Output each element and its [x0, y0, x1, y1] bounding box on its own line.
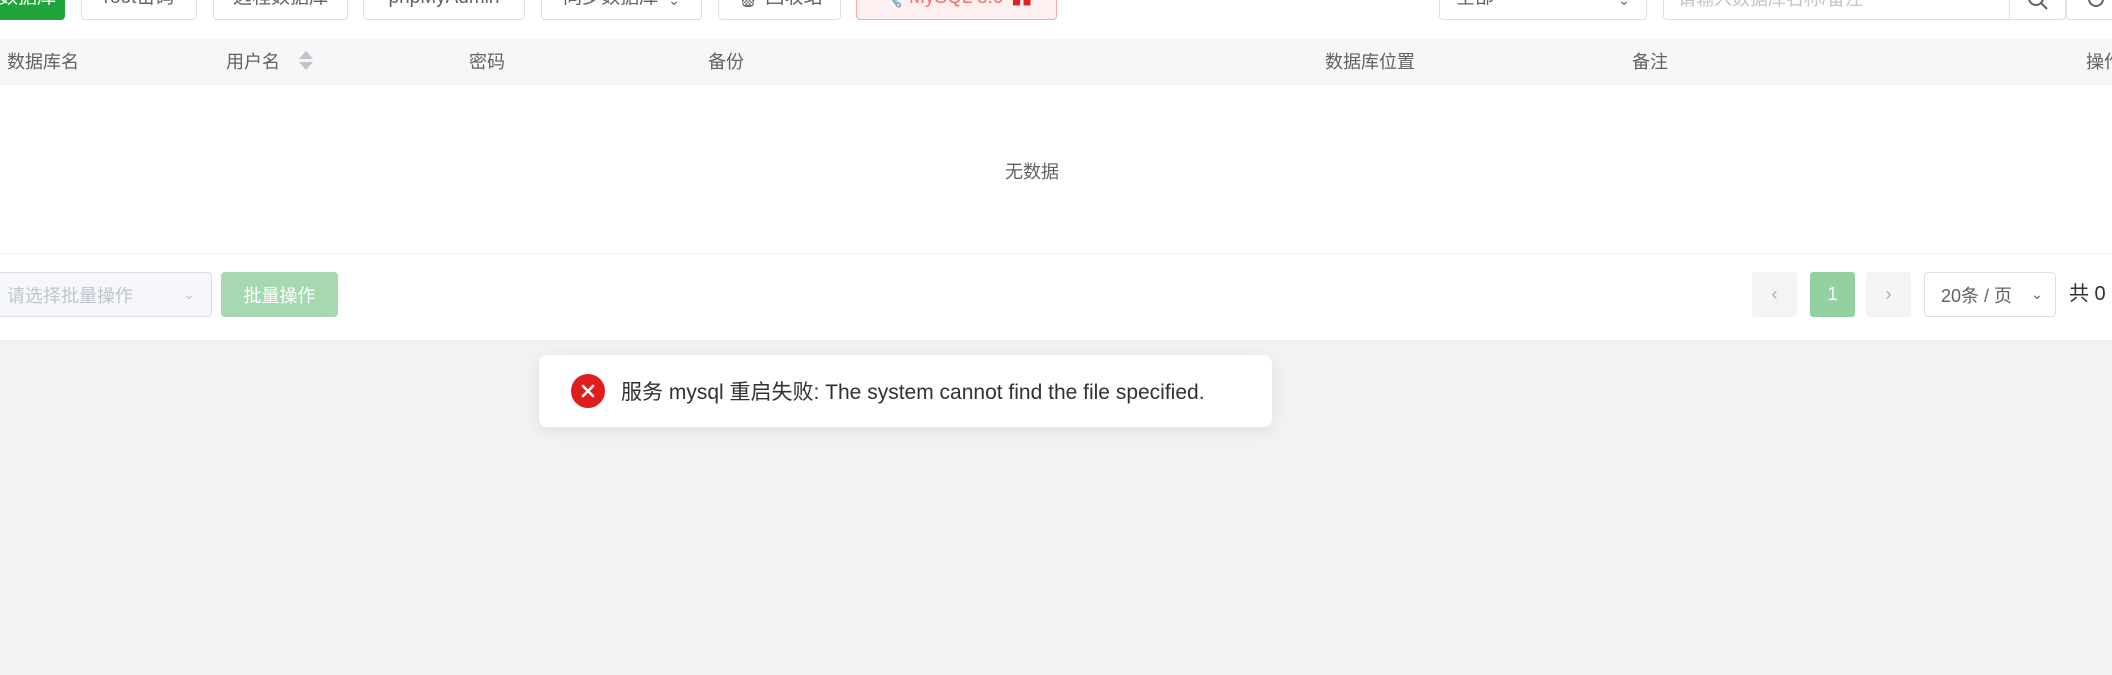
search-icon [2027, 0, 2048, 10]
table-header: 数据库名 用户名 密码 备份 数据库位置 备注 操作 [0, 39, 2112, 85]
toolbar: 数据库 root密码 远程数据库 phpMyAdmin 同步数据库 ⌄ 🗑 回收… [0, 0, 2112, 20]
column-header-backup: 备份 [708, 52, 744, 72]
remote-database-label: 远程数据库 [233, 0, 328, 9]
add-database-label: 数据库 [0, 0, 56, 9]
add-database-button[interactable]: 数据库 [0, 0, 65, 20]
column-header-db-name: 数据库名 [7, 52, 79, 72]
column-header-db-location: 数据库位置 [1325, 52, 1415, 72]
next-page-button[interactable]: › [1866, 272, 1911, 317]
refresh-icon [2088, 0, 2104, 7]
table-body: 无数据 [0, 86, 2112, 254]
root-password-button[interactable]: root密码 [81, 0, 197, 20]
batch-operation-button[interactable]: 批量操作 [221, 272, 338, 317]
error-toast: 服务 mysql 重启失败: The system cannot find th… [539, 355, 1272, 427]
chevron-down-icon: ⌄ [668, 0, 680, 8]
column-header-username-label: 用户名 [226, 52, 280, 72]
refresh-button[interactable] [2066, 0, 2112, 20]
mysql-version-label: MySQL 8.0 [909, 0, 1003, 9]
chevron-down-icon: ⌄ [1618, 0, 1630, 8]
sync-database-button[interactable]: 同步数据库 ⌄ [541, 0, 702, 20]
total-count: 共 0 [2069, 283, 2106, 305]
batch-operation-placeholder: 请选择批量操作 [7, 285, 133, 306]
database-panel: 数据库 root密码 远程数据库 phpMyAdmin 同步数据库 ⌄ 🗑 回收… [0, 0, 2112, 341]
wrench-icon: 🔧 [881, 0, 903, 9]
mysql-version-button[interactable]: 🔧 MySQL 8.0 ▮▮ [856, 0, 1057, 20]
recycle-bin-label: 回收站 [765, 0, 822, 9]
empty-state-text: 无数据 [1005, 162, 1059, 182]
column-header-actions: 操作 [2086, 52, 2112, 72]
error-icon [571, 374, 605, 408]
sync-database-label: 同步数据库 [563, 0, 658, 9]
batch-operation-select[interactable]: 请选择批量操作 ⌄ [0, 272, 212, 317]
prev-page-button[interactable]: ‹ [1752, 272, 1797, 317]
page-number-button[interactable]: 1 [1810, 272, 1855, 317]
page-size-value: 20条 / 页 [1941, 285, 2013, 306]
chevron-down-icon: ⌄ [183, 286, 195, 302]
sort-icon[interactable] [299, 50, 314, 72]
recycle-bin-button[interactable]: 🗑 回收站 [718, 0, 841, 20]
search-button[interactable] [2009, 0, 2065, 19]
search-input[interactable] [1664, 0, 2009, 19]
filter-select-value: 全部 [1456, 0, 1494, 9]
phpmyadmin-button[interactable]: phpMyAdmin [363, 0, 525, 20]
batch-operation-label: 批量操作 [243, 285, 316, 306]
phpmyadmin-label: phpMyAdmin [389, 0, 500, 9]
root-password-label: root密码 [104, 0, 175, 9]
trash-icon: 🗑 [737, 0, 760, 9]
remote-database-button[interactable]: 远程数据库 [213, 0, 348, 20]
search-box [1663, 0, 2066, 20]
column-header-password: 密码 [469, 52, 505, 72]
page-number-label: 1 [1827, 284, 1838, 304]
filter-select[interactable]: 全部 ⌄ [1439, 0, 1647, 20]
column-header-remark: 备注 [1632, 52, 1668, 72]
error-message: 服务 mysql 重启失败: The system cannot find th… [621, 381, 1205, 404]
chevron-right-icon: › [1885, 284, 1892, 304]
page-size-select[interactable]: 20条 / 页 ⌄ [1924, 272, 2056, 317]
column-header-username[interactable]: 用户名 [226, 39, 314, 85]
gift-icon: ▮▮ [1011, 0, 1032, 9]
chevron-left-icon: ‹ [1771, 284, 1778, 304]
chevron-down-icon: ⌄ [2031, 286, 2043, 302]
